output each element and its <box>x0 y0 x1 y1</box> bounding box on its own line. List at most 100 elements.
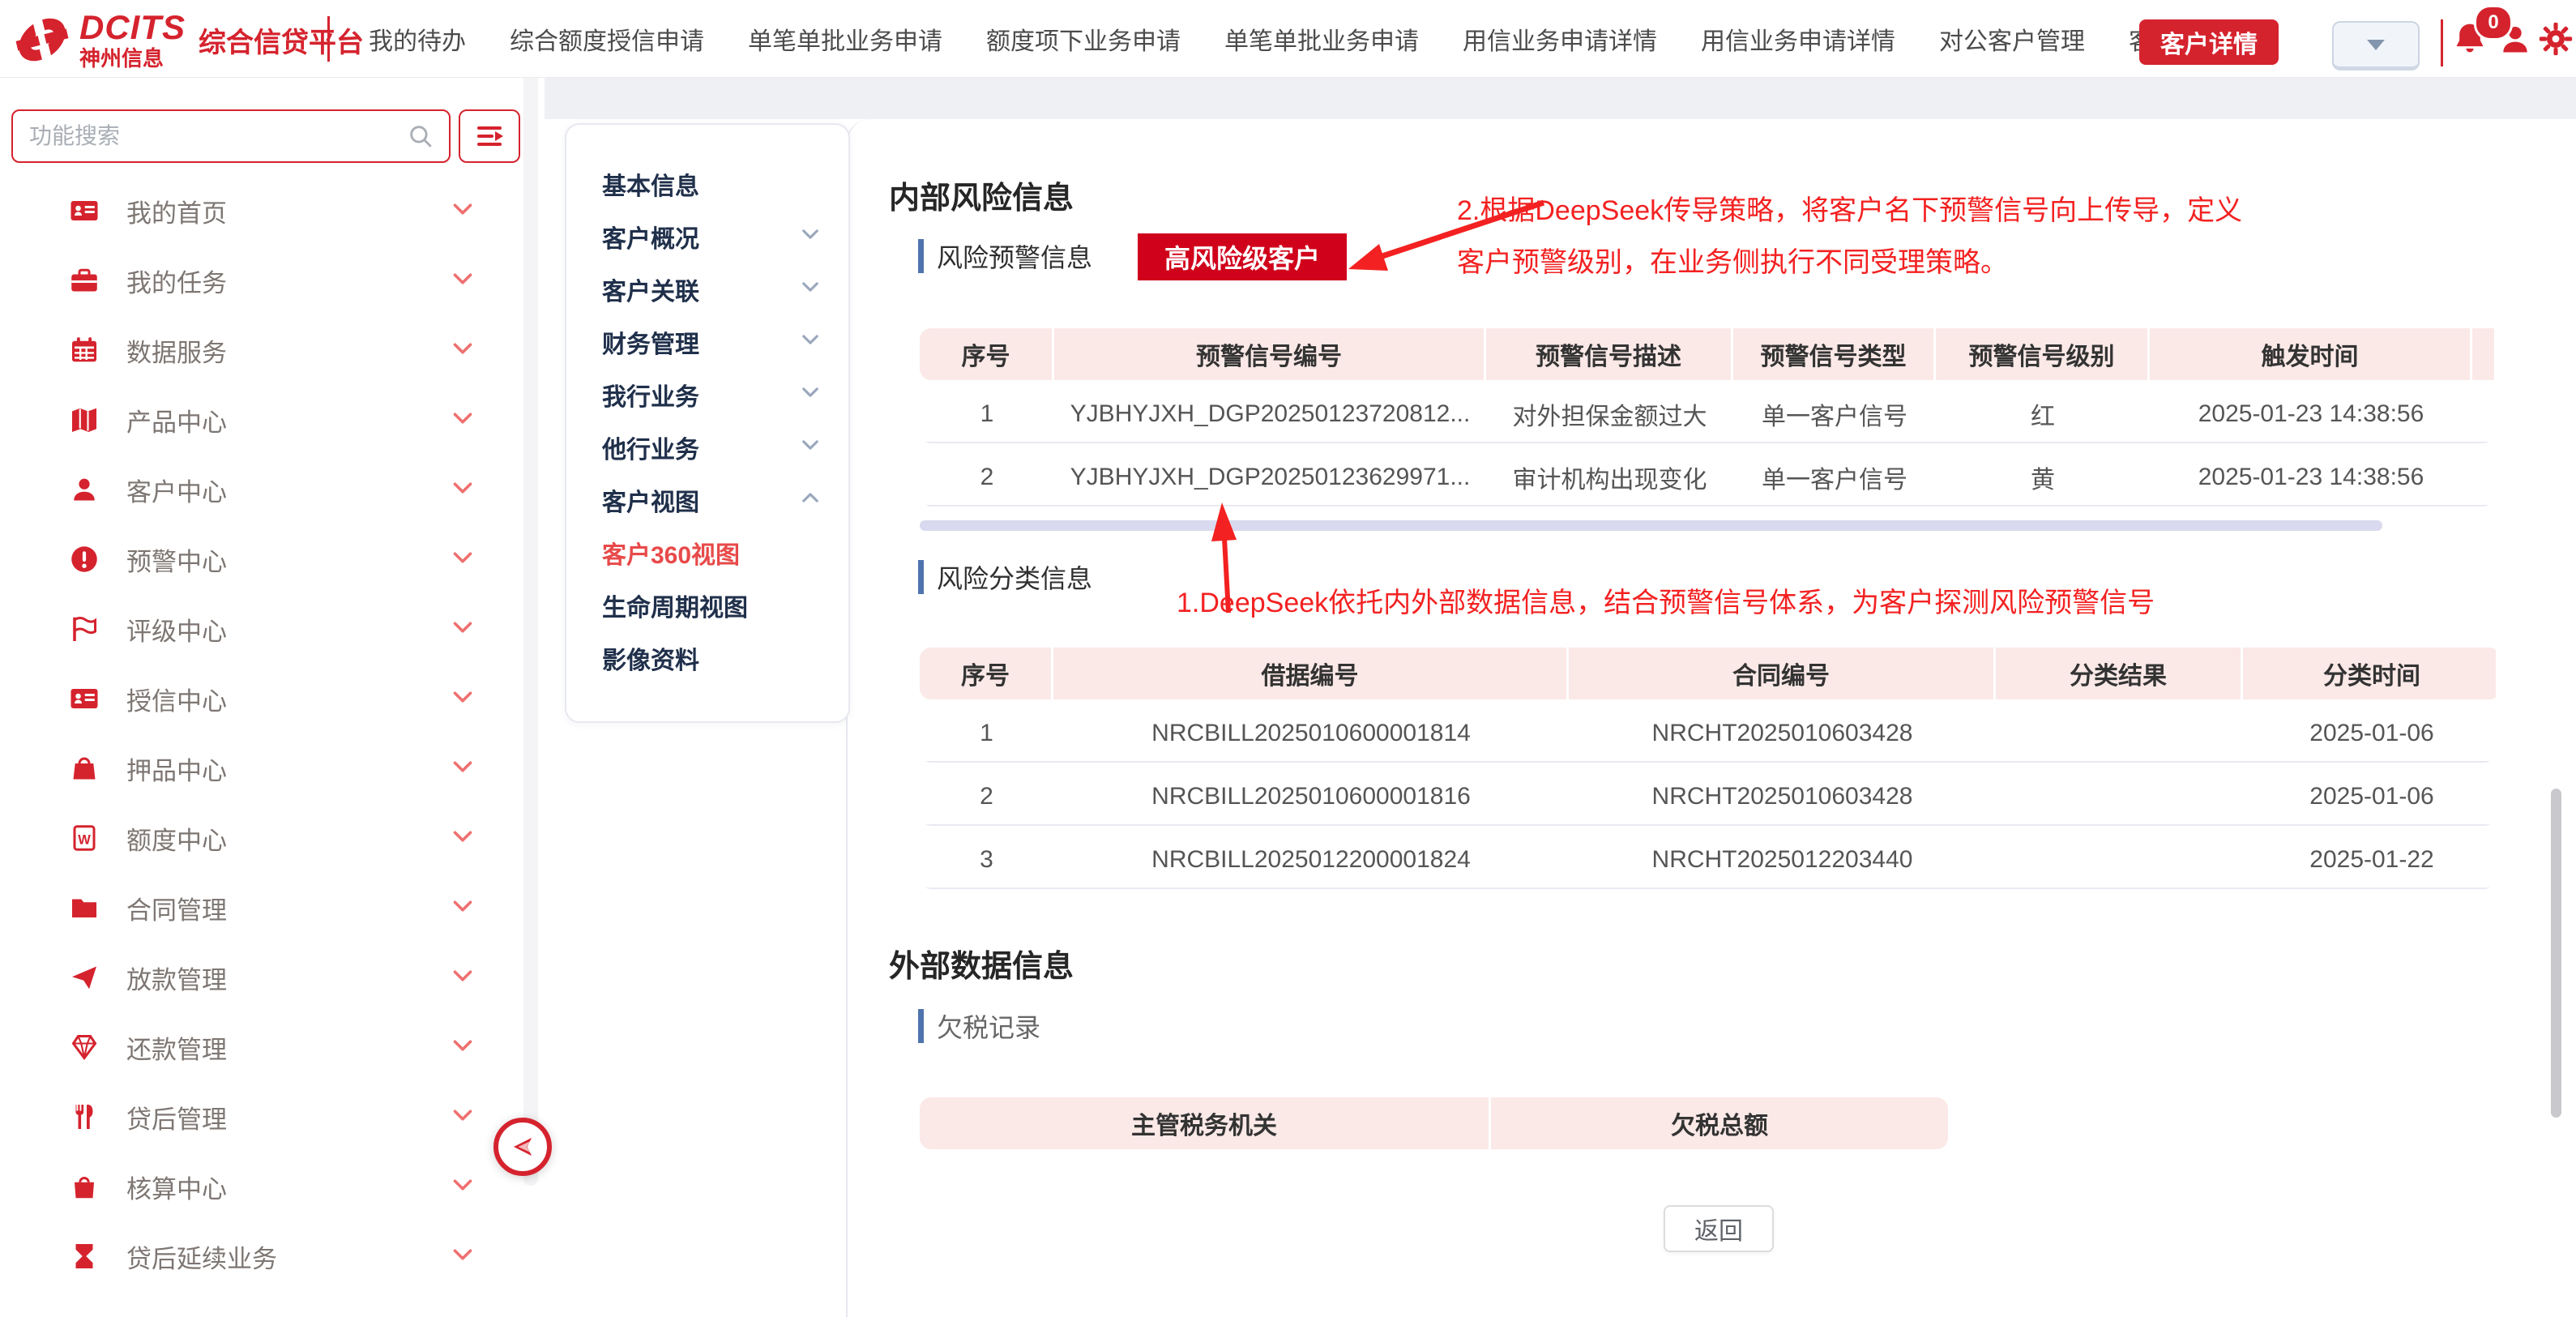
sidebar-item-label: 预警中心 <box>126 541 451 578</box>
table-cell: 黄 <box>1936 450 2150 505</box>
sidebar-item-14[interactable]: 核算中心 <box>0 1152 523 1221</box>
customer-submenu-list: 基本信息客户概况客户关联财务管理我行业务他行业务客户视图客户360视图生命周期视… <box>566 157 848 684</box>
page-vscrollbar[interactable] <box>2551 789 2561 1118</box>
sidebar-item-10[interactable]: 合同管理 <box>0 873 523 943</box>
sidebar-item-11[interactable]: 放款管理 <box>0 943 523 1012</box>
submenu-item-8[interactable]: 生命周期视图 <box>566 579 848 631</box>
sidebar-item-15[interactable]: 贷后延续业务 <box>0 1221 523 1291</box>
sidebar-item-label: 放款管理 <box>126 960 451 996</box>
sidebar-item-13[interactable]: 贷后管理 <box>0 1082 523 1152</box>
top-nav: 我的待办 综合额度授信申请 单笔单批业务申请 额度项下业务申请 单笔单批业务申请 用信业务… <box>369 0 2226 77</box>
alert-icon <box>70 545 99 574</box>
sidebar-item-label: 额度中心 <box>126 820 451 857</box>
chevron-down-icon <box>800 382 821 403</box>
chevron-down-icon <box>451 1033 475 1058</box>
external-data-title: 外部数据信息 <box>889 941 1074 986</box>
search-input[interactable] <box>13 123 407 149</box>
submenu-item-3[interactable]: 财务管理 <box>566 315 848 368</box>
handbag-icon <box>70 754 99 783</box>
nav-item-2[interactable]: 单笔单批业务申请 <box>748 21 942 57</box>
table-cell: 3 <box>920 832 1053 887</box>
brand-company-cn: 神州信息 <box>79 48 186 69</box>
column-header: 预警信号编号 <box>1054 328 1484 380</box>
table-header-row: 序号预警信号编号预警信号描述预警信号类型预警信号级别触发时间信号状态 <box>920 328 2494 380</box>
sidebar-item-8[interactable]: 押品中心 <box>0 733 523 803</box>
nav-item-0[interactable]: 我的待办 <box>369 21 466 57</box>
topbar-divider <box>2441 19 2443 66</box>
chevron-down-icon <box>451 406 475 430</box>
brand-divider <box>327 16 330 62</box>
table-cell: 无 <box>2472 450 2494 505</box>
nav-item-5[interactable]: 用信业务申请详情 <box>1463 21 1657 57</box>
sidebar-item-12[interactable]: 还款管理 <box>0 1012 523 1082</box>
gear-icon[interactable] <box>2538 21 2574 57</box>
nav-item-6[interactable]: 用信业务申请详情 <box>1701 21 1895 57</box>
sidebar-item-4[interactable]: 客户中心 <box>0 455 523 524</box>
tax-arrears-table: 主管税务机关欠税总额 <box>920 1097 1950 1149</box>
submenu-item-0[interactable]: 基本信息 <box>566 157 848 210</box>
section-bar <box>918 560 924 594</box>
hourglass-icon <box>70 1242 99 1271</box>
chevron-down-icon <box>451 1242 475 1267</box>
table-row[interactable]: 1NRCBILL2025010600001814NRCHT20250106034… <box>920 706 2496 763</box>
menu-collapse-button[interactable] <box>459 109 520 163</box>
table-row[interactable]: 2YJBHYJXH_DGP20250123629971...审计机构出现变化单一… <box>920 450 2494 507</box>
sidebar-item-6[interactable]: 评级中心 <box>0 594 523 664</box>
app-root: DCITS 神州信息 综合信贷平台 我的待办综合额度授信申请单笔单批业务申请额度… <box>0 0 2576 1317</box>
sidebar-collapse-button[interactable] <box>493 1118 552 1176</box>
section-bar <box>918 239 924 273</box>
table-cell: 1 <box>920 387 1054 442</box>
chevron-down-icon <box>451 755 475 779</box>
table-row[interactable]: 1YJBHYJXH_DGP20250123720812...对外担保金额过大单一… <box>920 387 2494 443</box>
top-bar: DCITS 神州信息 综合信贷平台 我的待办 综合额度授信申请 单笔单批业务申请 额度… <box>0 0 2576 78</box>
nav-item-4[interactable]: 单笔单批业务申请 <box>1224 21 1419 57</box>
collapse-arrow-icon <box>506 1131 539 1163</box>
table-row[interactable]: 2NRCBILL2025010600001816NRCHT20250106034… <box>920 769 2496 826</box>
tab-customer-detail-active[interactable]: 客户详情 <box>2139 19 2279 65</box>
briefcase-icon <box>70 266 99 295</box>
column-header: 预警信号类型 <box>1733 328 1933 380</box>
warning-table-hscrollbar[interactable] <box>920 520 2382 531</box>
table-cell: 2 <box>920 450 1054 505</box>
sidebar-item-5[interactable]: 预警中心 <box>0 524 523 594</box>
table-cell: 2025-01-22 <box>2243 832 2496 887</box>
sidebar-item-7[interactable]: 授信中心 <box>0 664 523 733</box>
submenu-item-2[interactable]: 客户关联 <box>566 263 848 315</box>
sidebar-item-label: 还款管理 <box>126 1029 451 1066</box>
sidebar-item-0[interactable]: 我的首页 <box>0 176 523 246</box>
nav-item-7[interactable]: 对公客户管理 <box>1939 21 2085 57</box>
chevron-down-icon <box>451 964 475 988</box>
chevron-down-icon <box>800 434 821 455</box>
classification-section-label: 风险分类信息 <box>918 558 1092 596</box>
table-cell: 2025-01-06 <box>2243 769 2496 824</box>
table-cell: NRCBILL2025010600001816 <box>1053 769 1569 824</box>
brand-logo: DCITS 神州信息 综合信贷平台 <box>11 5 364 75</box>
sidebar-scrollbar[interactable] <box>523 77 538 1186</box>
submenu-item-5[interactable]: 他行业务 <box>566 421 848 473</box>
submenu-item-9[interactable]: 影像资料 <box>566 631 848 684</box>
chevron-down-icon <box>451 685 475 709</box>
nav-item-3[interactable]: 额度项下业务申请 <box>986 21 1181 57</box>
submenu-item-1[interactable]: 客户概况 <box>566 210 848 263</box>
sidebar-item-1[interactable]: 我的任务 <box>0 246 523 315</box>
table-cell: 2 <box>920 769 1053 824</box>
table-cell: 无 <box>2472 387 2494 442</box>
sidebar-item-2[interactable]: 数据服务 <box>0 315 523 385</box>
nav-item-1[interactable]: 综合额度授信申请 <box>510 21 704 57</box>
submenu-item-6[interactable]: 客户视图 <box>566 473 848 526</box>
table-cell: 红 <box>1936 387 2150 442</box>
internal-risk-title: 内部风险信息 <box>889 173 1074 217</box>
sidebar-item-label: 贷后延续业务 <box>126 1238 451 1275</box>
chevron-up-icon <box>800 487 821 508</box>
submenu-item-7[interactable]: 客户360视图 <box>566 526 848 579</box>
table-cell: YJBHYJXH_DGP20250123629971... <box>1054 450 1486 505</box>
table-row[interactable]: 3NRCBILL2025012200001824NRCHT20250122034… <box>920 832 2496 889</box>
back-button[interactable]: 返回 <box>1664 1205 1774 1252</box>
nav-overflow-dropdown[interactable] <box>2332 21 2420 71</box>
column-header: 序号 <box>920 328 1052 380</box>
submenu-item-4[interactable]: 我行业务 <box>566 368 848 421</box>
sidebar-item-9[interactable]: W 额度中心 <box>0 803 523 873</box>
annotation-transmit: 2.根据DeepSeek传导策略，将客户名下预警信号向上传导，定义 客户预警级别… <box>1457 185 2242 289</box>
menu-collapse-icon <box>474 123 505 149</box>
sidebar-item-3[interactable]: 产品中心 <box>0 385 523 455</box>
